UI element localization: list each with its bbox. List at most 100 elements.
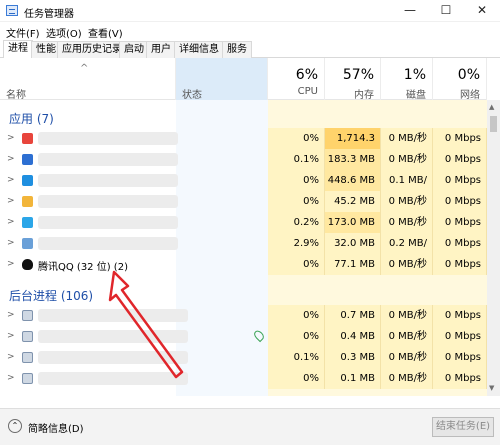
close-button[interactable]: ✕ bbox=[464, 2, 500, 20]
service-icon bbox=[22, 373, 33, 384]
process-row[interactable]: > 0.1% 0.3 MB 0 MB/秒 0 Mbps bbox=[0, 347, 487, 368]
disk-cell: 0 MB/秒 bbox=[381, 254, 433, 275]
menu-file[interactable]: 文件(F) bbox=[6, 25, 40, 40]
disk-cell: 0 MB/秒 bbox=[381, 326, 433, 347]
process-row[interactable]: > 0% 0.1 MB 0 MB/秒 0 Mbps bbox=[0, 368, 487, 389]
service-icon bbox=[22, 310, 33, 321]
sort-caret-icon: ^ bbox=[80, 63, 89, 74]
process-row[interactable]: > 腾讯QQ (32 位) (2) 0% 77.1 MB 0 MB/秒 0 Mb… bbox=[0, 254, 487, 275]
memory-cell: 173.0 MB bbox=[325, 212, 381, 233]
menu-options[interactable]: 选项(O) bbox=[46, 25, 82, 40]
tab-strip: 进程 性能 应用历史记录 启动 用户 详细信息 服务 bbox=[0, 39, 500, 59]
cpu-cell: 0% bbox=[268, 254, 325, 275]
cpu-cell: 0% bbox=[268, 326, 325, 347]
blurred-name bbox=[38, 195, 178, 208]
tab-startup[interactable]: 启动 bbox=[119, 41, 149, 58]
disk-cell: 0 MB/秒 bbox=[381, 305, 433, 326]
disk-cell: 0.1 MB/秒 bbox=[381, 170, 433, 207]
memory-cell: 183.3 MB bbox=[325, 149, 381, 170]
col-cpu[interactable]: 6% CPU bbox=[268, 58, 325, 100]
process-row[interactable]: > 2.9% 32.0 MB 0.2 MB/秒 0 Mbps bbox=[0, 233, 487, 270]
scroll-thumb[interactable] bbox=[490, 116, 497, 132]
blurred-name bbox=[38, 351, 188, 364]
end-task-button[interactable]: 结束任务(E) bbox=[432, 417, 494, 437]
process-name: 腾讯QQ (32 位) (2) bbox=[38, 262, 128, 273]
network-cell: 0 Mbps bbox=[433, 170, 487, 191]
expand-chevron-icon[interactable]: > bbox=[7, 175, 15, 185]
disk-cell: 0 MB/秒 bbox=[381, 191, 433, 212]
tab-processes[interactable]: 进程 bbox=[3, 40, 33, 59]
col-status[interactable]: 状态 bbox=[176, 58, 268, 101]
title-bar: 任务管理器 — ☐ ✕ bbox=[0, 0, 500, 22]
collapse-icon[interactable]: ⌃ bbox=[8, 419, 22, 433]
maximize-button[interactable]: ☐ bbox=[428, 2, 464, 20]
blurred-name bbox=[38, 372, 188, 385]
expand-chevron-icon[interactable]: > bbox=[7, 154, 15, 164]
cpu-cell: 2.9% bbox=[268, 233, 325, 254]
blurred-name bbox=[38, 174, 178, 187]
fewer-details-link[interactable]: 简略信息(D) bbox=[28, 420, 84, 435]
cpu-cell: 0.1% bbox=[268, 347, 325, 368]
bottom-bar: ⌃ 简略信息(D) 结束任务(E) bbox=[0, 408, 500, 445]
network-cell: 0 Mbps bbox=[433, 368, 487, 389]
expand-chevron-icon[interactable]: > bbox=[7, 217, 15, 227]
process-list: 应用 (7) > 0% 1,714.3 ... 0 MB/秒 0 Mbps > … bbox=[0, 100, 487, 396]
cpu-cell: 0% bbox=[268, 191, 325, 212]
blurred-name bbox=[38, 153, 178, 166]
process-row[interactable]: > 0.2% 173.0 MB 0 MB/秒 0 Mbps bbox=[0, 212, 487, 233]
tab-users[interactable]: 用户 bbox=[146, 41, 176, 58]
blurred-name bbox=[38, 309, 188, 322]
network-cell: 0 Mbps bbox=[433, 212, 487, 233]
process-row[interactable]: > 0% 0.7 MB 0 MB/秒 0 Mbps bbox=[0, 305, 487, 326]
expand-chevron-icon[interactable]: > bbox=[7, 238, 15, 248]
process-row[interactable]: > 0% 448.6 MB 0.1 MB/秒 0 Mbps bbox=[0, 170, 487, 207]
vertical-scrollbar[interactable]: ▲ ▼ bbox=[487, 100, 500, 396]
process-row[interactable]: > 0% 0.4 MB 0 MB/秒 0 Mbps bbox=[0, 326, 487, 347]
process-row[interactable]: > 0.1% 183.3 MB 0 MB/秒 0 Mbps bbox=[0, 149, 487, 170]
disk-cell: 0.2 MB/秒 bbox=[381, 233, 433, 270]
expand-chevron-icon[interactable]: > bbox=[7, 352, 15, 362]
group-background: 后台进程 (106) bbox=[9, 289, 94, 303]
network-cell: 0 Mbps bbox=[433, 128, 487, 149]
menu-bar: 文件(F) 选项(O) 查看(V) bbox=[0, 22, 500, 40]
memory-cell: 0.7 MB bbox=[325, 305, 381, 326]
folder-icon bbox=[22, 196, 33, 207]
expand-chevron-icon[interactable]: > bbox=[7, 373, 15, 383]
scroll-up-icon[interactable]: ▲ bbox=[489, 103, 494, 111]
network-cell: 0 Mbps bbox=[433, 191, 487, 212]
chrome-icon bbox=[22, 133, 33, 144]
window-title: 任务管理器 bbox=[24, 9, 74, 20]
process-row[interactable]: > 0% 1,714.3 ... 0 MB/秒 0 Mbps bbox=[0, 128, 487, 165]
blurred-name bbox=[38, 132, 178, 145]
app-icon bbox=[22, 217, 33, 228]
blurred-name bbox=[38, 216, 178, 229]
expand-chevron-icon[interactable]: > bbox=[7, 133, 15, 143]
minimize-button[interactable]: — bbox=[392, 2, 428, 20]
col-memory[interactable]: 57% 内存 bbox=[325, 58, 381, 101]
tab-app-history[interactable]: 应用历史记录 bbox=[57, 41, 127, 58]
expand-chevron-icon[interactable]: > bbox=[7, 331, 15, 341]
cpu-cell: 0% bbox=[268, 368, 325, 389]
col-name[interactable]: ^ 名称 bbox=[0, 58, 176, 101]
group-apps: 应用 (7) bbox=[9, 112, 54, 126]
network-cell: 0 Mbps bbox=[433, 233, 487, 254]
expand-chevron-icon[interactable]: > bbox=[7, 196, 15, 206]
process-row[interactable]: > 0% 45.2 MB 0 MB/秒 0 Mbps bbox=[0, 191, 487, 212]
tab-services[interactable]: 服务 bbox=[222, 41, 252, 58]
tab-details[interactable]: 详细信息 bbox=[174, 41, 224, 58]
memory-cell: 1,714.3 ... bbox=[325, 128, 381, 165]
col-network[interactable]: 0% 网络 bbox=[433, 58, 487, 101]
col-disk[interactable]: 1% 磁盘 bbox=[381, 58, 433, 101]
scroll-down-icon[interactable]: ▼ bbox=[489, 384, 494, 392]
cpu-cell: 0% bbox=[268, 170, 325, 191]
network-cell: 0 Mbps bbox=[433, 149, 487, 170]
menu-view[interactable]: 查看(V) bbox=[88, 25, 123, 40]
disk-cell: 0 MB/秒 bbox=[381, 128, 433, 149]
cpu-cell: 0.2% bbox=[268, 212, 325, 233]
memory-cell: 32.0 MB bbox=[325, 233, 381, 254]
expand-chevron-icon[interactable]: > bbox=[7, 259, 15, 269]
service-icon bbox=[22, 352, 33, 363]
cpu-cell: 0% bbox=[268, 128, 325, 149]
cpu-cell: 0% bbox=[268, 305, 325, 326]
expand-chevron-icon[interactable]: > bbox=[7, 310, 15, 320]
